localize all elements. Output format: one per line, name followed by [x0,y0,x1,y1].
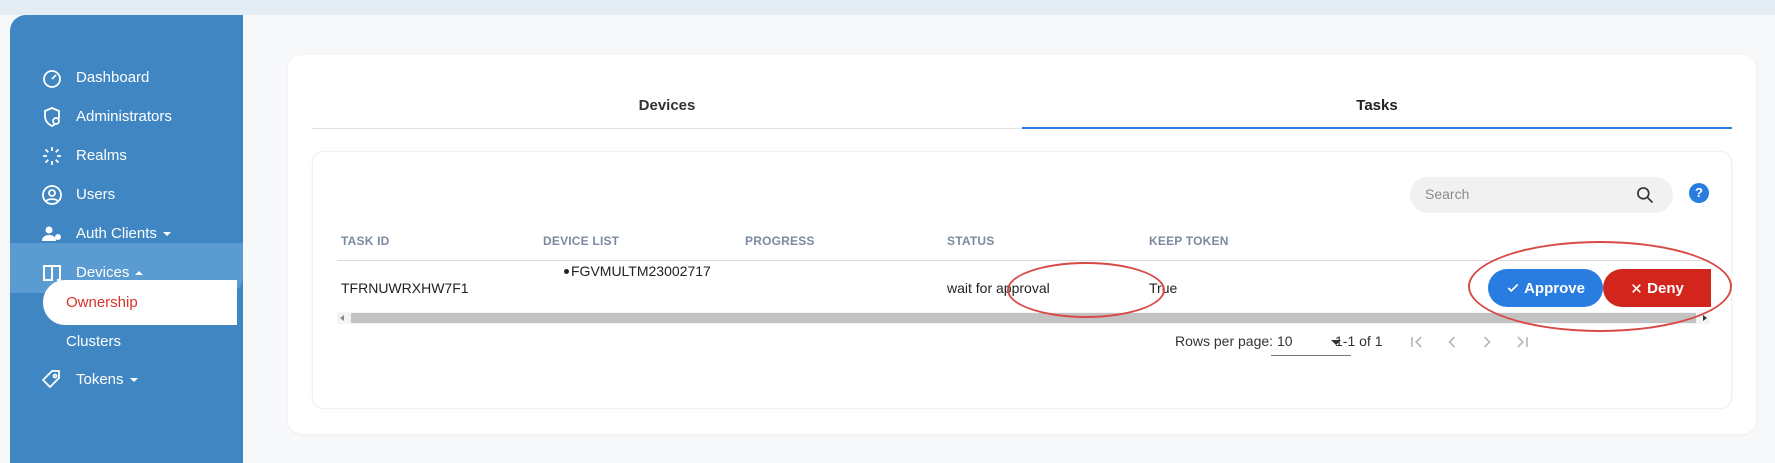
task-id-cell: TFRNUWRXHW7F1 [341,280,469,296]
search-icon[interactable] [1635,185,1655,205]
tab-bar: Devices Tasks [312,89,1732,129]
deny-button[interactable]: Deny [1603,269,1711,307]
sidebar-item-label: Users [76,186,116,203]
dashboard-gauge-icon [43,70,61,88]
help-icon[interactable]: ? [1689,183,1709,203]
main-card: Devices Tasks ? TASK ID DEVICE LIST PROG… [288,55,1756,434]
list-bullet [564,269,569,274]
first-page-icon[interactable] [1407,332,1427,352]
tasks-table-panel: ? TASK ID DEVICE LIST PROGRESS STATUS KE… [312,151,1732,409]
sidebar-item-realms[interactable]: Realms [10,133,243,177]
sidebar-item-label: Devices [76,264,144,281]
tab-devices[interactable]: Devices [312,89,1022,129]
sidebar-item-label: Auth Clients [76,225,171,242]
search-input[interactable] [1425,186,1625,202]
rows-per-page-value: 10 [1277,333,1293,349]
sidebar-item-administrators[interactable]: Administrators [10,94,243,138]
search-box [1410,177,1673,213]
scroll-left-icon[interactable] [340,315,344,321]
check-icon [1507,283,1519,293]
status-cell: wait for approval [947,280,1050,296]
sidebar-item-users[interactable]: Users [10,172,243,216]
scrollbar-thumb[interactable] [351,313,1696,323]
column-header-status[interactable]: STATUS [947,234,994,248]
header-divider [337,260,1710,261]
scroll-right-icon[interactable] [1703,315,1707,321]
realms-sparkle-icon [43,147,61,165]
sidebar-item-label: Realms [76,147,127,164]
sidebar-item-tokens[interactable]: Tokens [10,357,243,401]
previous-page-icon[interactable] [1442,332,1462,352]
last-page-icon[interactable] [1512,332,1532,352]
sidebar-item-label: Dashboard [76,69,150,86]
pagination-range: 1-1 of 1 [1335,333,1383,349]
keep-token-cell: True [1149,280,1178,296]
column-header-device-list[interactable]: DEVICE LIST [543,234,619,248]
horizontal-scrollbar[interactable] [337,312,1710,324]
sidebar: Dashboard Administrators Realms Users Au… [10,15,243,463]
chevron-up-icon [135,271,144,276]
column-header-keep-token[interactable]: KEEP TOKEN [1149,234,1229,248]
approve-button[interactable]: Approve [1488,269,1603,307]
tab-tasks[interactable]: Tasks [1022,89,1732,129]
top-strip [0,0,1775,15]
chevron-down-icon [129,378,138,383]
next-page-icon[interactable] [1477,332,1497,352]
tokens-tag-icon [41,370,60,389]
rows-per-page-label: Rows per page: [1175,333,1274,349]
column-header-progress[interactable]: PROGRESS [745,234,815,248]
device-list-item: FGVMULTM23002717 [571,263,711,279]
chevron-down-icon [162,232,171,237]
close-icon [1632,283,1642,293]
user-circle-icon [42,185,62,205]
shield-user-icon [44,107,60,128]
sidebar-subitem-clusters[interactable]: Clusters [66,333,121,350]
column-header-task-id[interactable]: TASK ID [341,234,390,248]
sidebar-subitem-ownership[interactable]: Ownership [66,294,138,311]
sidebar-item-label: Administrators [76,108,172,125]
sidebar-item-label: Tokens [76,371,138,388]
sidebar-item-dashboard[interactable]: Dashboard [10,55,243,99]
